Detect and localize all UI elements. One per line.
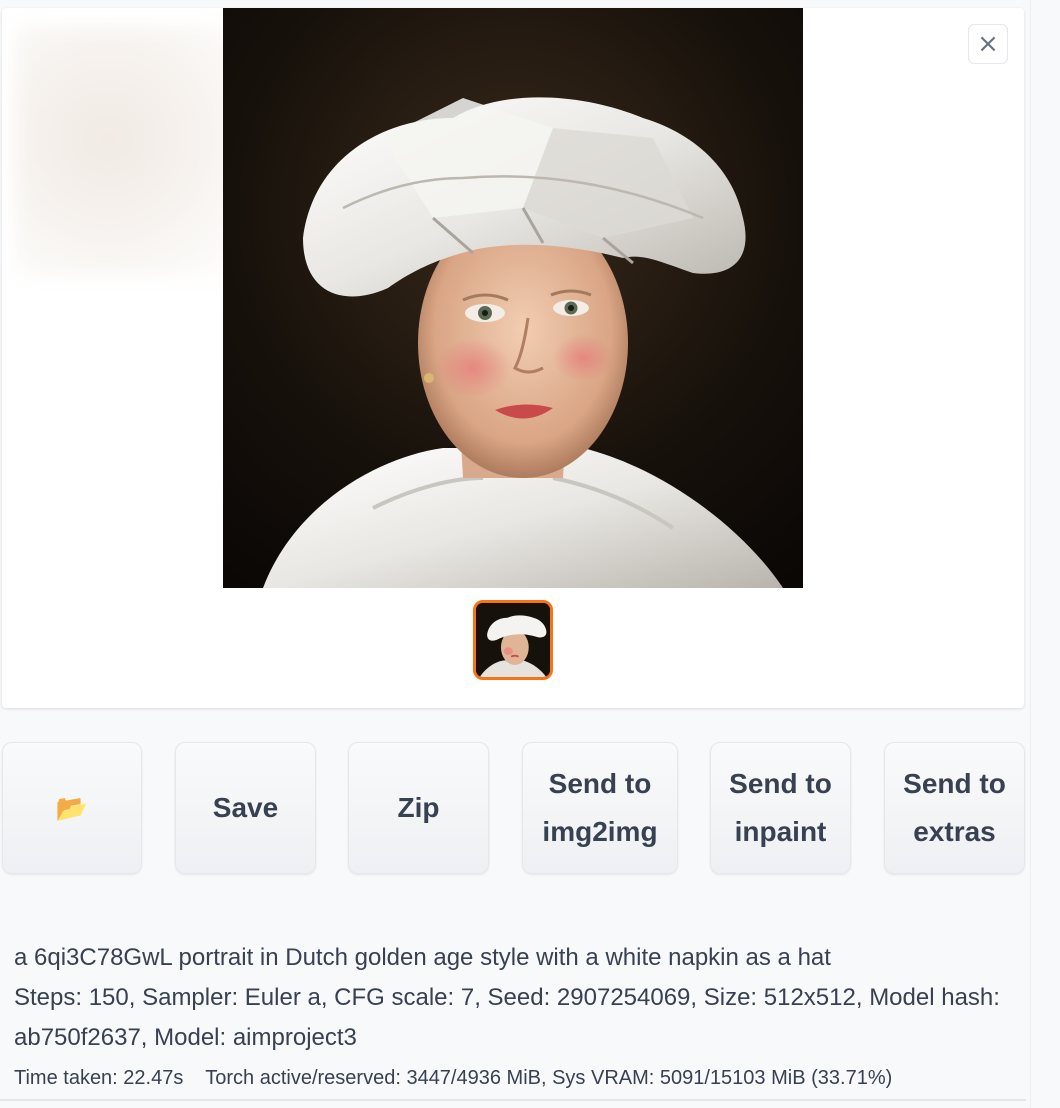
folder-icon: 📂 [55, 793, 89, 823]
open-folder-button[interactable]: 📂 [2, 742, 142, 874]
generation-info: a 6qi3C78GwL portrait in Dutch golden ag… [14, 938, 1004, 1058]
gallery-thumbnail[interactable] [473, 600, 553, 680]
generated-image[interactable] [223, 8, 803, 588]
send-to-img2img-button[interactable]: Send to img2img [522, 742, 678, 874]
performance-info: Time taken: 22.47s Torch active/reserved… [14, 1063, 892, 1093]
divider [0, 1099, 1026, 1101]
save-button[interactable]: Save [175, 742, 316, 874]
close-icon: × [977, 29, 999, 59]
memory-stats: Torch active/reserved: 3447/4936 MiB, Sy… [205, 1067, 893, 1089]
time-taken: Time taken: 22.47s [14, 1067, 184, 1089]
page: × 📂 Save Zip Send to img2img Send to inp… [0, 0, 1060, 1108]
send-to-inpaint-button[interactable]: Send to inpaint [710, 742, 851, 874]
blurred-background-preview [16, 26, 246, 276]
image-gallery: × [2, 8, 1024, 708]
parameters-text: Steps: 150, Sampler: Euler a, CFG scale:… [14, 984, 1000, 1051]
thumbnail-portrait [476, 603, 550, 677]
prompt-text: a 6qi3C78GwL portrait in Dutch golden ag… [14, 944, 831, 971]
zip-button[interactable]: Zip [348, 742, 489, 874]
portrait-illustration [223, 8, 803, 588]
close-button[interactable]: × [968, 24, 1008, 64]
scroll-gutter [1030, 0, 1060, 1108]
send-to-extras-button[interactable]: Send to extras [884, 742, 1025, 874]
